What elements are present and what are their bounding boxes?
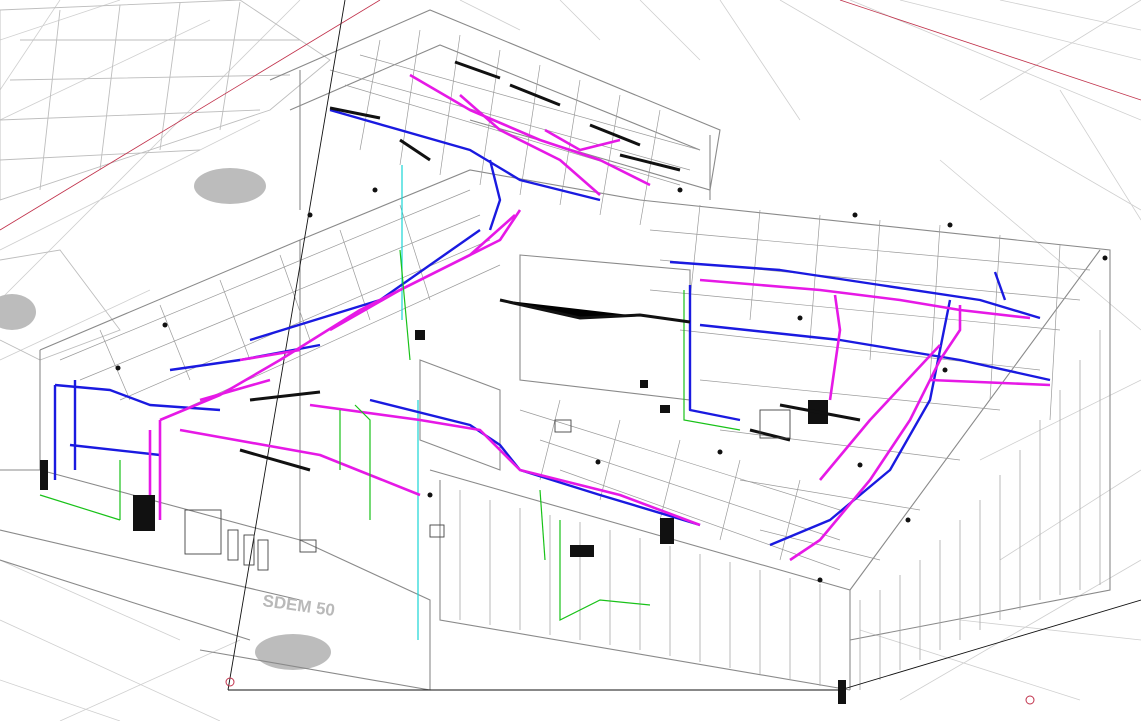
grille-left bbox=[40, 460, 48, 490]
valve-box-1 bbox=[640, 380, 648, 388]
exhaust-louvre bbox=[838, 680, 846, 704]
pump-skid bbox=[570, 545, 594, 557]
car-2 bbox=[0, 294, 36, 330]
air-handling-unit-1 bbox=[133, 495, 155, 531]
car-1 bbox=[194, 168, 266, 204]
valve-box-2 bbox=[660, 405, 670, 413]
roof-grid-right bbox=[649, 204, 1091, 561]
building-label: SDEM 50 bbox=[261, 591, 336, 620]
building-outline bbox=[0, 9, 1111, 691]
bim-3d-viewport[interactable]: SDEM 50 bbox=[0, 0, 1141, 721]
terrain-mesh bbox=[0, 0, 1141, 721]
section-lines bbox=[0, 0, 1141, 705]
roof-vents bbox=[115, 187, 1108, 583]
air-handling-unit-3 bbox=[660, 518, 674, 544]
plant-equipment bbox=[184, 409, 791, 571]
fan-coil bbox=[415, 330, 425, 340]
neighbouring-building bbox=[0, 0, 331, 361]
car-3 bbox=[255, 634, 331, 670]
